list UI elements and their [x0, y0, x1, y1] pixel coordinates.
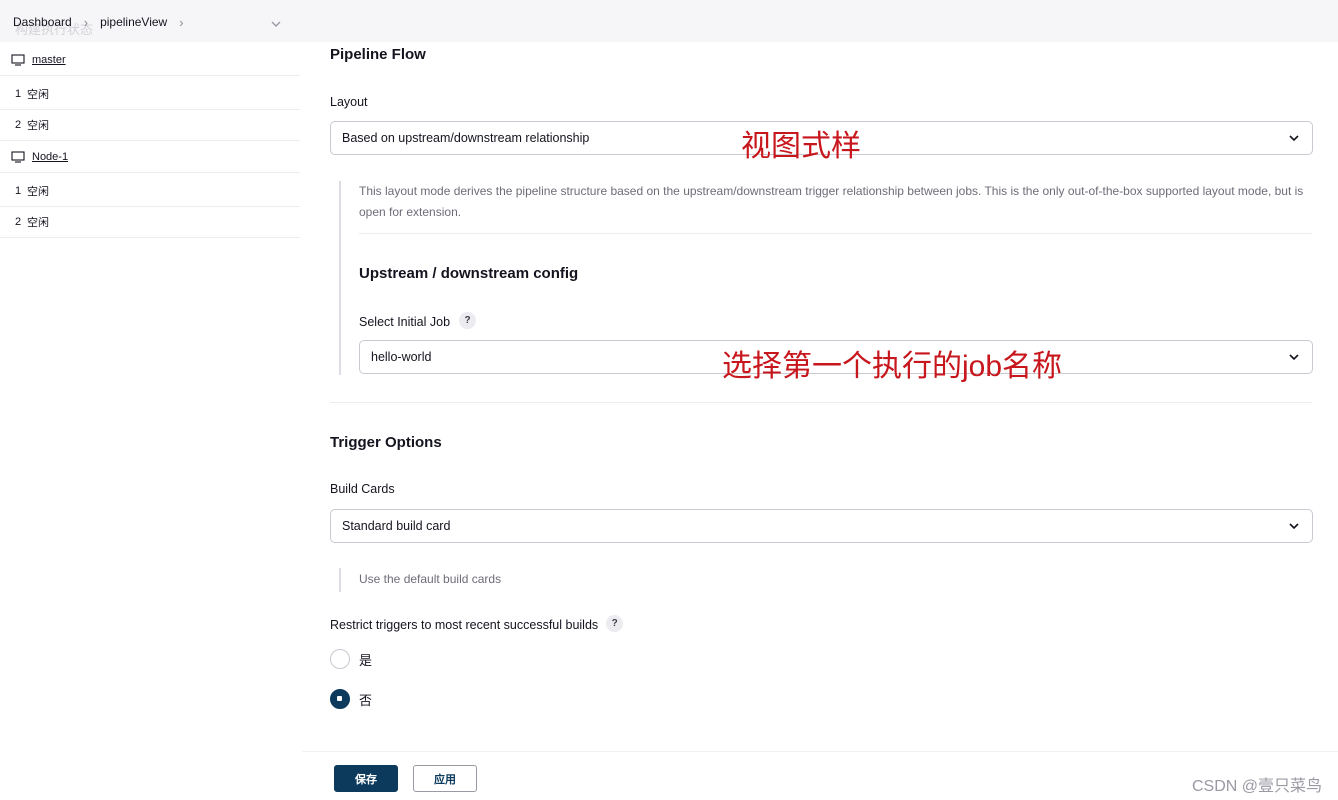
breadcrumb-dashboard[interactable]: Dashboard [13, 15, 72, 29]
breadcrumb: Dashboard › pipelineView › [13, 13, 196, 31]
build-cards-description: Use the default build cards [359, 572, 502, 586]
breadcrumb-separator-icon[interactable]: › [179, 15, 183, 30]
executor-status: 空闲 [27, 119, 49, 132]
build-cards-select[interactable]: Standard build card [330, 509, 1313, 543]
initial-job-select-value: hello-world [371, 350, 432, 364]
node-row-node-1: Node-1 [0, 141, 300, 173]
chevron-down-icon [1289, 354, 1299, 361]
watermark: CSDN @壹只菜鸟 [1191, 778, 1322, 795]
trigger-options-heading: Trigger Options [330, 434, 442, 451]
executor-sidebar: master 1 空闲 2 空闲 Node-1 1 空闲 2 空闲 [0, 44, 300, 744]
upstream-config-heading: Upstream / downstream config [359, 265, 579, 282]
executor-row: 1 空闲 [0, 175, 300, 207]
computer-icon [11, 150, 25, 163]
node-row-master: master [0, 44, 300, 76]
radio-yes-circle[interactable] [330, 649, 350, 669]
config-form: Pipeline Flow Layout Based on upstream/d… [300, 42, 1338, 752]
executor-number: 1 [15, 87, 22, 100]
executor-status: 空闲 [27, 216, 49, 229]
layout-nested-border [339, 181, 341, 375]
layout-annotation: 视图式样 [741, 130, 861, 163]
top-bar [0, 0, 1338, 42]
build-cards-select-value: Standard build card [342, 519, 451, 533]
job-annotation: 选择第一个执行的job名称 [722, 350, 1063, 383]
breadcrumb-separator-icon: › [83, 14, 89, 30]
executor-row: 1 空闲 [0, 78, 300, 110]
breadcrumb-pipelineview[interactable]: pipelineView [100, 15, 167, 29]
divider [330, 402, 1312, 403]
help-icon[interactable]: ? [606, 615, 624, 632]
computer-icon [11, 53, 25, 66]
bottom-action-bar: 保存 应用 [302, 751, 1338, 800]
executor-number: 2 [15, 118, 22, 131]
restrict-label-row: Restrict triggers to most recent success… [330, 615, 624, 632]
initial-job-label: Select Initial Job [359, 314, 451, 329]
chevron-down-icon[interactable] [269, 17, 283, 31]
chevron-down-icon [1289, 135, 1299, 142]
node-link-node-1[interactable]: Node-1 [32, 151, 68, 163]
executor-status: 空闲 [27, 185, 49, 198]
divider [359, 233, 1312, 234]
layout-label: Layout [330, 95, 368, 109]
layout-description: This layout mode derives the pipeline st… [359, 184, 1304, 219]
save-button[interactable]: 保存 [334, 765, 398, 792]
restrict-triggers-label: Restrict triggers to most recent success… [330, 617, 599, 632]
chevron-down-icon [1289, 523, 1299, 530]
radio-yes[interactable]: 是 [330, 649, 372, 669]
build-cards-nested-border [339, 568, 341, 592]
radio-no[interactable]: 否 [330, 689, 372, 709]
radio-yes-label: 是 [359, 652, 373, 668]
node-link-master[interactable]: master [32, 54, 66, 66]
build-cards-label: Build Cards [330, 482, 395, 496]
radio-no-label: 否 [359, 692, 373, 708]
executor-row: 2 空闲 [0, 206, 300, 238]
executor-row: 2 空闲 [0, 109, 300, 141]
help-icon[interactable]: ? [459, 312, 477, 329]
executor-status: 空闲 [27, 88, 49, 101]
executor-number: 1 [15, 184, 22, 197]
layout-select-value: Based on upstream/downstream relationshi… [342, 131, 590, 145]
executor-number: 2 [15, 215, 22, 228]
apply-button[interactable]: 应用 [413, 765, 477, 792]
initial-job-label-row: Select Initial Job ? [359, 312, 477, 329]
radio-no-circle[interactable] [330, 689, 350, 709]
pipeline-flow-heading: Pipeline Flow [330, 46, 426, 63]
